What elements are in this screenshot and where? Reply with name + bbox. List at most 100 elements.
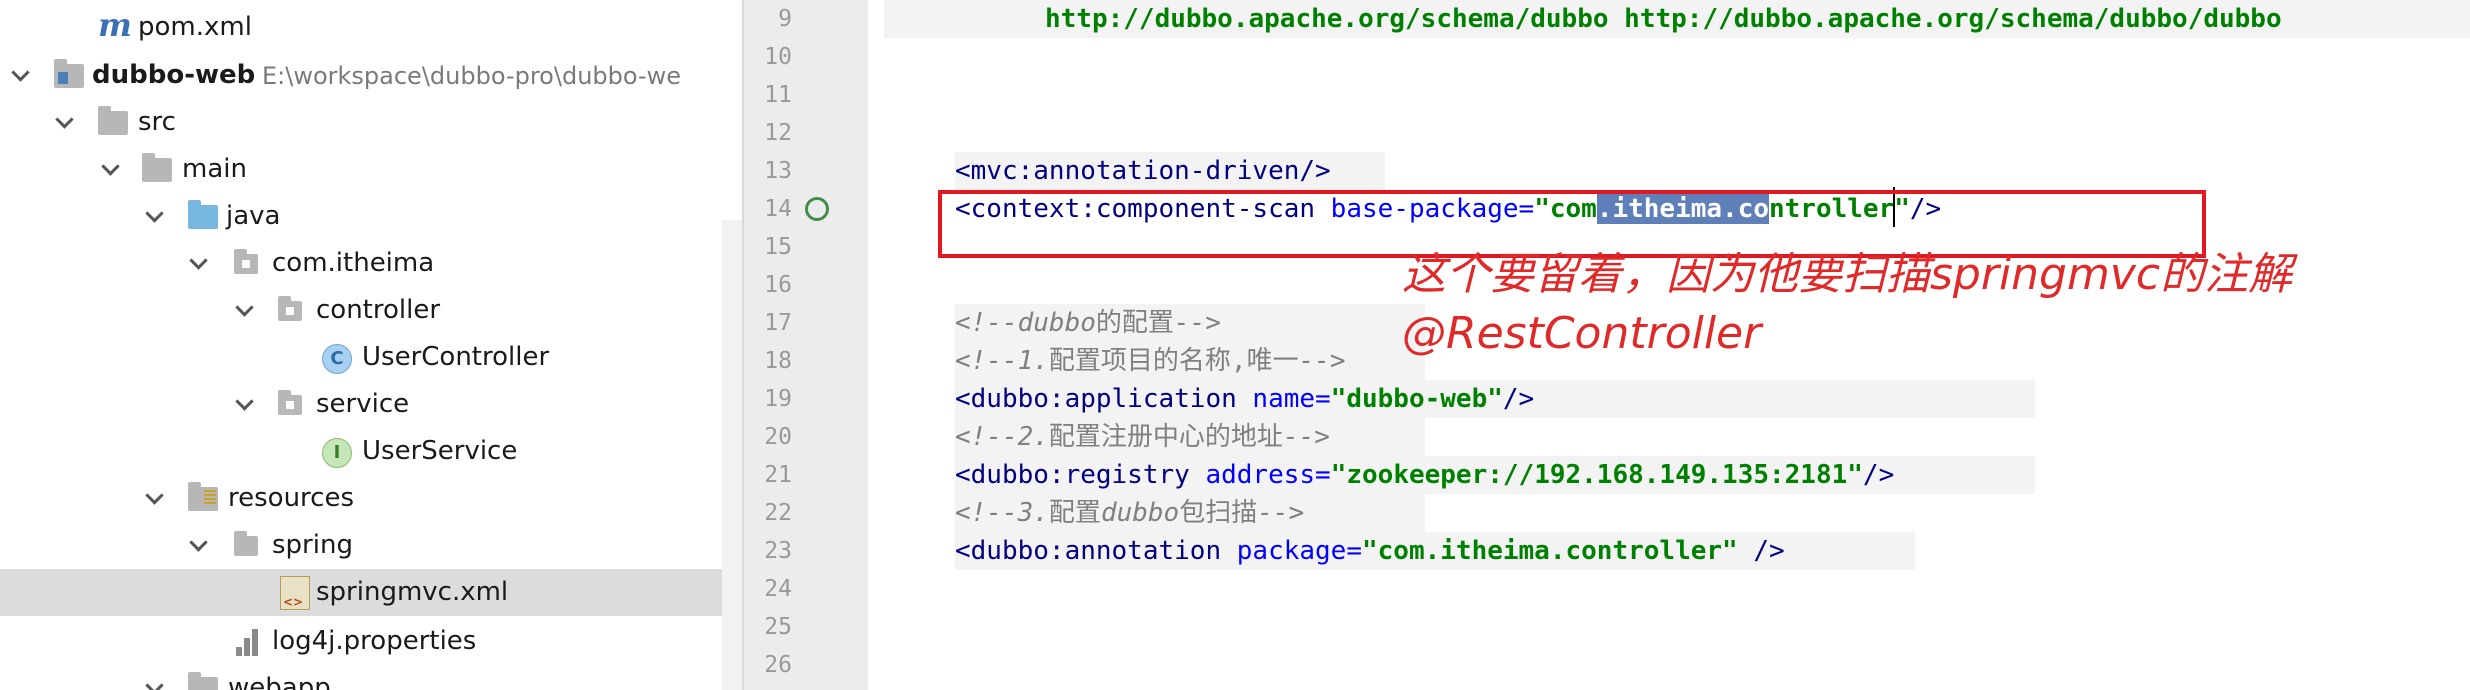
tree-item-webapp[interactable]: webapp: [0, 665, 742, 690]
tree-item-usercontroller[interactable]: C UserController: [0, 334, 742, 381]
tree-item-label: spring: [272, 530, 353, 560]
code-token-attr: name=: [1236, 384, 1331, 414]
tree-item-springmvc-xml[interactable]: springmvc.xml: [0, 569, 742, 616]
tree-item-label: service: [316, 389, 410, 419]
line-number: 19: [764, 386, 792, 412]
package-icon: [234, 249, 258, 274]
chevron-down-icon[interactable]: [232, 295, 258, 325]
code-token-comment: -->: [1282, 422, 1330, 452]
code-token-comment: <!--3.: [955, 498, 1049, 528]
tree-item-label: main: [182, 154, 247, 184]
tree-item-service[interactable]: service: [0, 381, 742, 428]
tree-item-main[interactable]: main: [0, 146, 742, 193]
chevron-down-icon[interactable]: [8, 60, 34, 90]
code-token-comment: 的配置: [1095, 308, 1174, 338]
module-folder-icon: [54, 59, 84, 88]
tree-item-java[interactable]: java: [0, 193, 742, 240]
class-icon: C: [322, 344, 352, 374]
line-number: 20: [764, 424, 792, 450]
line-number: 21: [764, 462, 792, 488]
chevron-down-icon[interactable]: [232, 389, 258, 419]
tree-item-label: java: [226, 201, 281, 231]
chevron-down-icon[interactable]: [142, 673, 168, 690]
code-token-comment: <!--1.: [955, 346, 1049, 376]
annotation-note: 这个要留着，因为他要扫描springmvc的注解: [1402, 249, 2293, 300]
interface-icon: I: [322, 438, 352, 468]
folder-icon: [98, 106, 128, 135]
code-token-tag: <dubbo:application: [955, 384, 1237, 414]
code-line-13: <mvc:annotation-driven/>: [955, 152, 1331, 190]
line-number: 11: [764, 82, 792, 108]
code-token-tag: />: [1862, 460, 1895, 490]
line-number: 14: [764, 196, 792, 222]
spring-bean-gutter-icon[interactable]: [805, 197, 829, 221]
chevron-down-icon[interactable]: [142, 483, 168, 513]
code-token-tag: />: [1737, 536, 1785, 566]
tree-item-label: com.itheima: [272, 248, 435, 278]
tree-item-label: resources: [228, 483, 355, 513]
code-token-comment: -->: [1298, 346, 1346, 376]
code-token-attr: package=: [1221, 536, 1362, 566]
tree-item-resources[interactable]: resources: [0, 475, 742, 522]
line-number: 9: [778, 6, 792, 32]
line-number: 23: [764, 538, 792, 564]
tree-item-spring[interactable]: spring: [0, 522, 742, 569]
tree-item-label: pom.xml: [138, 12, 252, 42]
annotation-note: @RestController: [1402, 308, 1762, 359]
chevron-down-icon[interactable]: [186, 248, 212, 278]
tree-item-label: src: [138, 107, 176, 137]
line-number: 12: [764, 120, 792, 146]
chevron-down-icon[interactable]: [142, 201, 168, 231]
tree-item-com-itheima[interactable]: com.itheima: [0, 240, 742, 287]
code-line-20: <!--2.配置注册中心的地址-->: [955, 418, 1330, 456]
tree-item-controller[interactable]: controller: [0, 287, 742, 334]
chevron-down-icon[interactable]: [186, 530, 212, 560]
line-number: 26: [764, 652, 792, 678]
tree-item-label: webapp: [228, 673, 331, 690]
line-number: 24: [764, 576, 792, 602]
tree-item-src[interactable]: src: [0, 99, 742, 146]
tree-item-userservice[interactable]: I UserService: [0, 428, 742, 475]
xml-file-icon: [280, 576, 310, 610]
code-token-comment: dubbo: [1017, 308, 1096, 338]
line-number: 18: [764, 348, 792, 374]
code-token-tag: <dubbo:registry: [955, 460, 1190, 490]
tree-item-label: log4j.properties: [272, 626, 477, 656]
line-number: 13: [764, 158, 792, 184]
tree-item-dubbo-web[interactable]: dubbo-web E:\workspace\dubbo-pro\dubbo-w…: [0, 52, 742, 99]
tree-scrollbar[interactable]: [722, 220, 742, 690]
line-number: 16: [764, 272, 792, 298]
code-token-value: "zookeeper://192.168.149.135:2181": [1330, 460, 1863, 490]
code-token-comment: 配置: [1048, 498, 1101, 528]
code-token-comment: <!--: [955, 308, 1018, 338]
code-token-comment: 配置注册中心的地址: [1048, 422, 1283, 452]
tree-item-pom-xml[interactable]: m pom.xml: [0, 4, 742, 51]
code-line-22: <!--3.配置dubbo包扫描-->: [955, 494, 1304, 532]
code-line-9: http://dubbo.apache.org/schema/dubbo htt…: [1045, 4, 2282, 34]
code-token-comment: -->: [1257, 498, 1305, 528]
line-number: 25: [764, 614, 792, 640]
tree-item-label: UserController: [362, 342, 550, 372]
chevron-down-icon[interactable]: [98, 154, 124, 184]
resources-folder-icon: [188, 482, 218, 511]
tree-item-label: controller: [316, 295, 441, 325]
tree-item-label: dubbo-web: [92, 60, 256, 90]
maven-icon: m: [98, 6, 132, 44]
tree-item-log4j-properties[interactable]: log4j.properties: [0, 618, 742, 665]
folder-icon: [142, 153, 172, 182]
code-token-value: "com.itheima.controller": [1362, 536, 1738, 566]
code-token-comment: 配置项目的名称,唯一: [1048, 346, 1299, 376]
code-token-attr: address=: [1189, 460, 1331, 490]
code-line-18: <!--1.配置项目的名称,唯一-->: [955, 342, 1346, 380]
code-token-tag: <dubbo:annotation: [955, 536, 1222, 566]
line-number: 17: [764, 310, 792, 336]
code-token-tag: <mvc:annotation-driven/>: [955, 156, 1331, 186]
code-token-comment: -->: [1173, 308, 1221, 338]
module-path: E:\workspace\dubbo-pro\dubbo-we: [262, 62, 682, 90]
code-token-comment: 包扫描: [1179, 498, 1258, 528]
code-token-value: "dubbo-web": [1330, 384, 1503, 414]
chevron-down-icon[interactable]: [52, 107, 78, 137]
code-line-21: <dubbo:registry address="zookeeper://192…: [955, 456, 1894, 494]
line-number: 22: [764, 500, 792, 526]
project-tree: m pom.xml dubbo-web E:\workspace\dubbo-p…: [0, 0, 742, 690]
